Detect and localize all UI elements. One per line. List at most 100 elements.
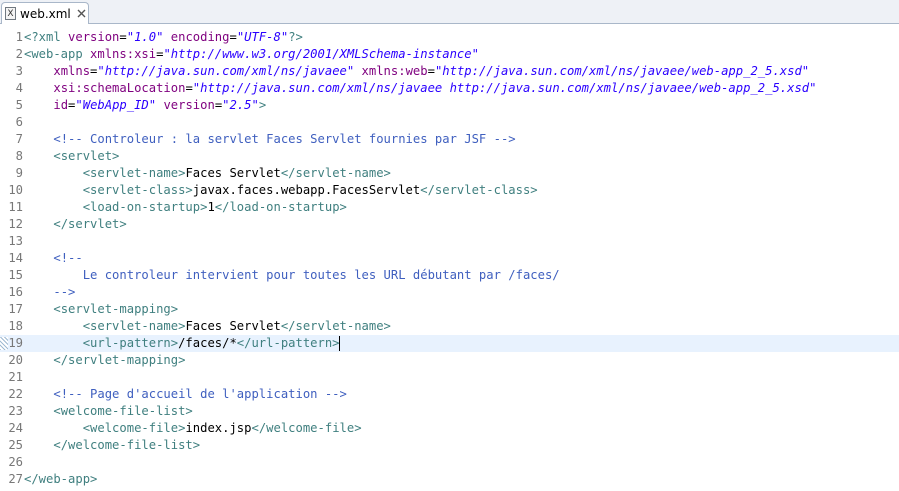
line-number: 20 bbox=[8, 353, 23, 367]
code-token: "http://java.sun.com/xml/ns/javaee http:… bbox=[192, 81, 817, 95]
code-line[interactable]: 18 <servlet-name>Faces Servlet</servlet-… bbox=[0, 318, 899, 335]
line-number: 16 bbox=[8, 285, 23, 299]
code-token: </servlet-name> bbox=[280, 319, 391, 333]
code-token: </load-on-startup> bbox=[214, 200, 347, 214]
code-token: </servlet> bbox=[53, 217, 127, 231]
code-line[interactable]: 21 bbox=[0, 369, 899, 386]
line-number: 24 bbox=[8, 421, 23, 435]
code-token: --> bbox=[53, 285, 76, 299]
code-line[interactable]: 1<?xml version="1.0" encoding="UTF-8"?> bbox=[0, 29, 899, 46]
code-token: <url-pattern> bbox=[82, 336, 179, 350]
line-number: 3 bbox=[15, 64, 23, 78]
code-token: </servlet-mapping> bbox=[53, 353, 186, 367]
code-token: xmlns:xsi bbox=[90, 47, 157, 61]
line-number: 12 bbox=[8, 217, 23, 231]
code-line[interactable]: 26 bbox=[0, 454, 899, 471]
code-area[interactable]: 1<?xml version="1.0" encoding="UTF-8"?> 2… bbox=[0, 29, 899, 488]
code-token: <web-app bbox=[24, 47, 91, 61]
line-number: 5 bbox=[15, 98, 23, 112]
line-number: 4 bbox=[15, 81, 23, 95]
change-marker bbox=[0, 337, 8, 350]
code-line[interactable]: 6 bbox=[0, 114, 899, 131]
line-number: 11 bbox=[8, 200, 23, 214]
code-line[interactable]: 25 </welcome-file-list> bbox=[0, 437, 899, 454]
code-token: version bbox=[163, 98, 215, 112]
code-token: "http://java.sun.com/xml/ns/javaee/web-a… bbox=[434, 64, 810, 78]
xml-file-icon: X bbox=[5, 7, 16, 20]
code-token: <!-- Controleur : la servlet Faces Servl… bbox=[53, 132, 516, 146]
code-line[interactable]: 20 </servlet-mapping> bbox=[0, 352, 899, 369]
code-line[interactable]: 27</web-app> bbox=[0, 471, 899, 488]
code-line[interactable]: 11 <load-on-startup>1</load-on-startup> bbox=[0, 199, 899, 216]
line-number: 6 bbox=[15, 115, 23, 129]
code-line[interactable]: 19 <url-pattern>/faces/*</url-pattern> bbox=[0, 335, 899, 352]
code-line[interactable]: 17 <servlet-mapping> bbox=[0, 301, 899, 318]
code-line[interactable]: 22 <!-- Page d'accueil de l'application … bbox=[0, 386, 899, 403]
code-line[interactable]: 24 <welcome-file>index.jsp</welcome-file… bbox=[0, 420, 899, 437]
line-number: 25 bbox=[8, 438, 23, 452]
code-editor[interactable]: 1<?xml version="1.0" encoding="UTF-8"?> 2… bbox=[0, 24, 899, 491]
code-line[interactable]: 13 bbox=[0, 233, 899, 250]
code-token: <!-- Page d'accueil de l'application --> bbox=[53, 387, 347, 401]
code-line[interactable]: 23 <welcome-file-list> bbox=[0, 403, 899, 420]
code-line[interactable]: 8 <servlet> bbox=[0, 148, 899, 165]
code-token: = bbox=[427, 64, 435, 78]
code-line[interactable]: 10 <servlet-class>javax.faces.webapp.Fac… bbox=[0, 182, 899, 199]
tab-web-xml[interactable]: X web.xml bbox=[1, 2, 89, 24]
line-number: 2 bbox=[15, 47, 23, 61]
code-token: = bbox=[185, 81, 193, 95]
line-number: 17 bbox=[8, 302, 23, 316]
line-number: 14 bbox=[8, 251, 23, 265]
line-number: 27 bbox=[8, 472, 23, 486]
editor-tab-bar: X web.xml bbox=[0, 0, 899, 24]
code-line[interactable]: 16 --> bbox=[0, 284, 899, 301]
code-token: <servlet-class> bbox=[82, 183, 193, 197]
code-line[interactable]: 15 Le controleur intervient pour toutes … bbox=[0, 267, 899, 284]
line-number: 9 bbox=[15, 166, 23, 180]
code-token: <!-- bbox=[53, 251, 83, 265]
code-line[interactable]: 5 id="WebApp_ID" version="2.5"> bbox=[0, 97, 899, 114]
code-token: "http://www.w3.org/2001/XMLSchema-instan… bbox=[163, 47, 479, 61]
code-token: 1 bbox=[207, 200, 215, 214]
code-line[interactable]: 7 <!-- Controleur : la servlet Faces Ser… bbox=[0, 131, 899, 148]
code-token: version bbox=[68, 30, 120, 44]
code-line[interactable]: 2<web-app xmlns:xsi="http://www.w3.org/2… bbox=[0, 46, 899, 63]
line-number: 8 bbox=[15, 149, 23, 163]
code-token: encoding bbox=[170, 30, 230, 44]
code-line[interactable]: 3 xmlns="http://java.sun.com/xml/ns/java… bbox=[0, 63, 899, 80]
code-token: Le controleur intervient pour toutes les… bbox=[82, 268, 560, 282]
code-line[interactable]: 4 xsi:schemaLocation="http://java.sun.co… bbox=[0, 80, 899, 97]
code-token: <?xml bbox=[24, 30, 69, 44]
code-token: = bbox=[229, 30, 237, 44]
code-token: xmlns:web bbox=[361, 64, 428, 78]
code-token: <servlet-mapping> bbox=[53, 302, 179, 316]
code-token: <servlet-name> bbox=[82, 166, 186, 180]
code-line[interactable]: 9 <servlet-name>Faces Servlet</servlet-n… bbox=[0, 165, 899, 182]
code-token: <servlet> bbox=[53, 149, 120, 163]
code-token: <load-on-startup> bbox=[82, 200, 208, 214]
code-token: "2.5" bbox=[222, 98, 259, 112]
code-line[interactable]: 12 </servlet> bbox=[0, 216, 899, 233]
close-icon[interactable] bbox=[77, 9, 86, 18]
code-token: javax.faces.webapp.FacesServlet bbox=[192, 183, 421, 197]
code-token: Faces Servlet bbox=[185, 319, 281, 333]
code-token: </url-pattern> bbox=[236, 336, 340, 350]
code-token: </welcome-file-list> bbox=[53, 438, 201, 452]
code-token: ?> bbox=[288, 30, 303, 44]
line-number: 22 bbox=[8, 387, 23, 401]
code-token: <servlet-name> bbox=[82, 319, 186, 333]
code-line[interactable]: 14 <!-- bbox=[0, 250, 899, 267]
code-token: "WebApp_ID" bbox=[75, 98, 157, 112]
line-number: 21 bbox=[8, 370, 23, 384]
